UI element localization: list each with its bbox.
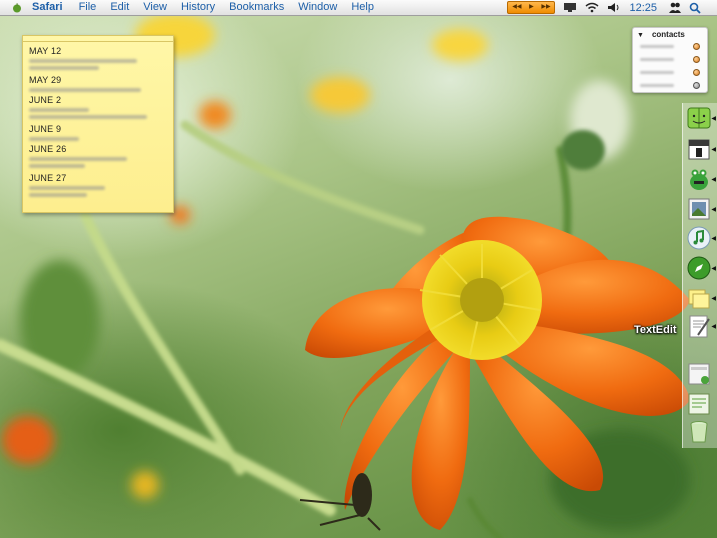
textedit-icon[interactable] <box>686 313 712 339</box>
menu-help[interactable]: Help <box>351 0 374 15</box>
redacted-text <box>29 164 85 168</box>
redacted-text <box>29 137 79 141</box>
redacted-text <box>29 59 137 63</box>
display-icon[interactable] <box>563 2 577 13</box>
apple-icon[interactable] <box>12 2 22 13</box>
volume-icon[interactable] <box>607 2 621 13</box>
preview-icon[interactable] <box>686 361 712 387</box>
contact-row[interactable] <box>638 81 702 90</box>
script-editor-icon[interactable] <box>686 391 712 417</box>
redacted-text <box>29 108 89 112</box>
sticky-entry: JUNE 27 <box>29 173 105 197</box>
contact-row[interactable] <box>638 68 702 77</box>
trash-icon[interactable] <box>686 419 712 445</box>
status-dot-icon <box>693 69 700 76</box>
running-indicator-icon: ◀ <box>711 266 716 272</box>
redacted-text <box>640 58 674 61</box>
redacted-text <box>29 88 141 92</box>
redacted-text <box>29 115 147 119</box>
running-indicator-icon: ◀ <box>711 324 716 330</box>
menu-bar: Safari File Edit View History Bookmarks … <box>0 0 717 16</box>
contact-row[interactable] <box>638 55 702 64</box>
safari-icon[interactable] <box>686 255 712 281</box>
entry-date: JUNE 27 <box>29 173 67 183</box>
status-dot-icon <box>693 43 700 50</box>
entry-date: JUNE 9 <box>29 124 62 134</box>
redacted-text <box>29 66 99 70</box>
contacts-header[interactable]: ▼ contacts <box>637 30 685 39</box>
finder-icon[interactable] <box>686 105 712 131</box>
redacted-text <box>29 186 105 190</box>
ical-icon[interactable] <box>686 136 712 162</box>
adium-icon[interactable] <box>686 166 712 192</box>
dock-hover-label: TextEdit <box>634 324 677 336</box>
running-indicator-icon: ◀ <box>711 296 716 302</box>
stickies-icon[interactable] <box>686 285 712 311</box>
status-dot-icon <box>693 82 700 89</box>
redacted-text <box>640 71 674 74</box>
menu-app-name[interactable]: Safari <box>32 0 63 15</box>
contacts-title: contacts <box>651 30 685 39</box>
menu-bookmarks[interactable]: Bookmarks <box>229 0 284 15</box>
sticky-note[interactable]: MAY 12 MAY 29 JUNE 2 JUNE 9 JUNE 26 JUNE… <box>22 35 174 213</box>
media-controls-icon[interactable]: ◀◀ ▶ ▶▶ <box>507 1 556 14</box>
menu-clock[interactable]: 12:25 <box>629 2 657 14</box>
sticky-divider <box>23 41 173 42</box>
wifi-icon[interactable] <box>585 2 599 13</box>
entry-date: MAY 12 <box>29 46 62 56</box>
menu-extras: ◀◀ ▶ ▶▶ 12:25 <box>507 0 709 15</box>
itunes-icon[interactable] <box>686 225 712 251</box>
running-indicator-icon: ◀ <box>711 116 716 122</box>
iphoto-icon[interactable] <box>686 196 712 222</box>
running-indicator-icon: ◀ <box>711 177 716 183</box>
redacted-text <box>29 193 87 197</box>
redacted-text <box>640 84 674 87</box>
entry-date: JUNE 26 <box>29 144 67 154</box>
spotlight-icon[interactable] <box>689 2 701 14</box>
contact-row[interactable] <box>638 42 702 51</box>
sticky-entry: JUNE 9 <box>29 124 79 141</box>
menu-edit[interactable]: Edit <box>110 0 129 15</box>
redacted-text <box>29 157 127 161</box>
sticky-entry: JUNE 2 <box>29 95 147 119</box>
menu-view[interactable]: View <box>143 0 167 15</box>
dock: ◀ ◀ ◀ ◀ ◀ ◀ ◀ ◀ <box>682 103 717 448</box>
sticky-entry: MAY 29 <box>29 75 141 92</box>
running-indicator-icon: ◀ <box>711 147 716 153</box>
contacts-widget[interactable]: ▼ contacts <box>632 27 708 93</box>
sticky-entry: MAY 12 <box>29 46 137 70</box>
redacted-text <box>640 45 674 48</box>
running-indicator-icon: ◀ <box>711 207 716 213</box>
entry-date: JUNE 2 <box>29 95 62 105</box>
disclosure-triangle-icon[interactable]: ▼ <box>637 32 644 39</box>
sticky-entry: JUNE 26 <box>29 144 127 168</box>
menu-file[interactable]: File <box>79 0 97 15</box>
status-dot-icon <box>693 56 700 63</box>
running-indicator-icon: ◀ <box>711 236 716 242</box>
user-icon[interactable] <box>669 2 681 13</box>
menu-window[interactable]: Window <box>298 0 337 15</box>
menu-history[interactable]: History <box>181 0 215 15</box>
entry-date: MAY 29 <box>29 75 62 85</box>
